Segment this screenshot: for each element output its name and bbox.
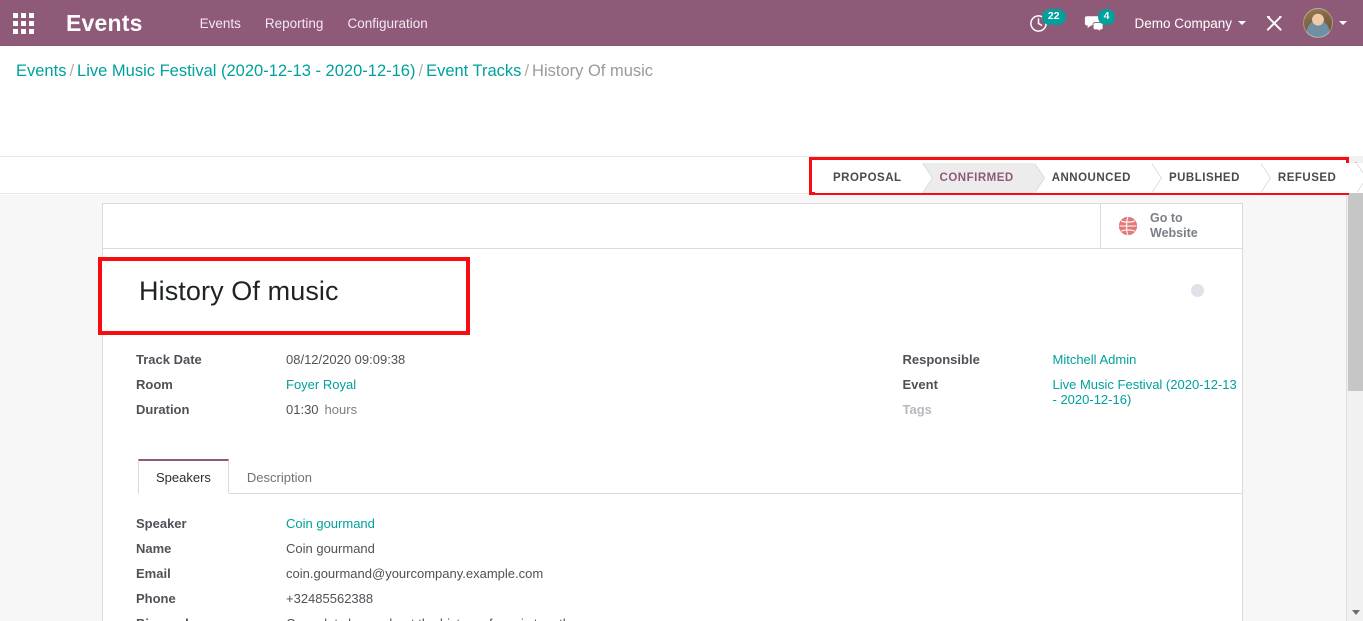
field-row-responsible: Responsible Mitchell Admin (903, 352, 1243, 377)
field-value-name[interactable]: Coin gourmand (286, 541, 375, 556)
status-stage-proposal[interactable]: PROPOSAL (815, 163, 933, 193)
field-row-duration: Duration 01:30 hours (136, 402, 673, 427)
scroll-down-arrow-icon[interactable] (1347, 604, 1363, 621)
company-switcher[interactable]: Demo Company (1124, 16, 1256, 31)
tab-description[interactable]: Description (229, 460, 330, 494)
menu-item-reporting[interactable]: Reporting (253, 10, 336, 37)
globe-icon (1118, 216, 1138, 236)
scroll-thumb[interactable] (1348, 173, 1363, 391)
field-label-track-date: Track Date (136, 352, 202, 367)
avatar (1303, 8, 1333, 38)
field-value-duration[interactable]: 01:30 (286, 402, 319, 417)
field-label-duration: Duration (136, 402, 190, 417)
apps-menu-toggle[interactable] (0, 0, 46, 46)
notebook-tabs: Speakers Description (138, 459, 1242, 494)
statusbar: PROPOSAL CONFIRMED ANNOUNCED PUBLISHED R… (815, 163, 1363, 193)
field-row-event: Event Live Music Festival (2020-12-13 - … (902, 377, 1243, 407)
field-column-left: Track Date 08/12/2020 09:09:38 Room Foye… (103, 352, 673, 427)
arrow-down-glyph (1351, 610, 1360, 615)
field-label-room: Room (136, 377, 173, 392)
wrench-screwdriver-icon (1266, 15, 1282, 31)
control-panel: Events / Live Music Festival (2020-12-13 -… (0, 46, 1363, 192)
field-row-speaker: Speaker Coin gourmand (136, 516, 1242, 541)
field-row-email: Email coin.gourmand@yourcompany.example.… (136, 566, 1242, 591)
breadcrumb-separator: / (69, 62, 75, 80)
status-stage-refused[interactable]: REFUSED (1259, 163, 1363, 193)
field-label-email: Email (136, 566, 171, 581)
activities-badge-count: 22 (1041, 9, 1066, 25)
statusbar-highlight-box: PROPOSAL CONFIRMED ANNOUNCED PUBLISHED R… (809, 157, 1363, 195)
field-row-room: Room Foyer Royal (136, 377, 673, 402)
breadcrumb-separator: / (418, 62, 424, 80)
notebook-page-speakers: Speaker Coin gourmand Name Coin gourmand… (103, 494, 1242, 621)
developer-tools-button[interactable] (1256, 0, 1293, 46)
field-row-biography: Biography Come lets know about the histo… (136, 616, 1242, 621)
menu-item-configuration[interactable]: Configuration (335, 10, 439, 37)
status-stage-announced[interactable]: ANNOUNCED (1033, 163, 1163, 193)
field-value-phone[interactable]: +32485562388 (286, 591, 373, 606)
field-label-tags: Tags (902, 402, 932, 417)
status-stage-published[interactable]: PUBLISHED (1150, 163, 1271, 193)
top-menu: Events Reporting Configuration (188, 10, 440, 37)
company-name-label: Demo Company (1134, 15, 1232, 31)
field-label-event: Event (902, 377, 938, 392)
field-value-event[interactable]: Live Music Festival (2020-12-13 - 2020-1… (1053, 377, 1237, 407)
field-unit-duration: hours (324, 402, 358, 417)
systray: 22 4 Demo Company (1020, 0, 1363, 46)
form-sheet: Go to Website History Of music Track Dat… (98, 203, 1243, 621)
go-to-website-line2: Website (1150, 226, 1198, 240)
sheet-button-box-row: Go to Website (103, 204, 1242, 249)
breadcrumb-item-event-tracks[interactable]: Event Tracks (426, 62, 521, 80)
go-to-website-label: Go to Website (1150, 211, 1198, 241)
field-value-room[interactable]: Foyer Royal (286, 377, 356, 392)
field-row-track-date: Track Date 08/12/2020 09:09:38 (136, 352, 673, 377)
field-value-track-date[interactable]: 08/12/2020 09:09:38 (286, 352, 405, 367)
breadcrumb-item-event[interactable]: Live Music Festival (2020-12-13 - 2020-1… (77, 62, 415, 80)
go-to-website-line1: Go to (1150, 211, 1183, 225)
vertical-scrollbar[interactable] (1346, 156, 1363, 621)
notebook: Speakers Description Speaker Coin gourma… (103, 459, 1242, 621)
tab-speakers[interactable]: Speakers (138, 459, 229, 494)
field-row-phone: Phone +32485562388 (136, 591, 1242, 616)
messaging-badge-count: 4 (1097, 9, 1116, 25)
status-stage-confirmed[interactable]: CONFIRMED (921, 163, 1045, 193)
activities-menu-button[interactable]: 22 (1020, 0, 1075, 46)
field-label-responsible: Responsible (902, 352, 980, 367)
menu-item-events[interactable]: Events (188, 10, 253, 37)
breadcrumb: Events / Live Music Festival (2020-12-13 -… (16, 58, 653, 85)
app-brand-title[interactable]: Events (66, 10, 143, 37)
form-view-content: Go to Website History Of music Track Dat… (0, 195, 1346, 621)
field-label-speaker: Speaker (136, 516, 187, 531)
field-label-biography: Biography (136, 616, 286, 621)
kanban-state-dot[interactable] (1191, 284, 1204, 297)
field-value-biography[interactable]: Come lets know about the history of musi… (286, 616, 582, 621)
breadcrumb-item-events[interactable]: Events (16, 62, 66, 80)
field-row-name: Name Coin gourmand (136, 541, 1242, 566)
field-label-name: Name (136, 541, 172, 556)
field-group: Track Date 08/12/2020 09:09:38 Room Foye… (103, 352, 1242, 427)
chevron-down-icon (1339, 21, 1347, 25)
page-title: History Of music (139, 276, 339, 306)
breadcrumb-item-current: History Of music (532, 62, 654, 80)
field-value-speaker[interactable]: Coin gourmand (286, 516, 375, 531)
go-to-website-button[interactable]: Go to Website (1100, 204, 1242, 248)
breadcrumb-separator: / (524, 62, 530, 80)
field-label-phone: Phone (136, 591, 176, 606)
grid-apps-icon (12, 12, 34, 34)
field-value-email[interactable]: coin.gourmand@yourcompany.example.com (286, 566, 543, 581)
chevron-down-icon (1238, 21, 1246, 25)
messaging-menu-button[interactable]: 4 (1075, 0, 1125, 46)
top-navigation-bar: Events Events Reporting Configuration 22… (0, 0, 1363, 46)
field-column-right: Responsible Mitchell Admin Event Live Mu… (673, 352, 1243, 427)
user-menu-toggle[interactable] (1293, 8, 1353, 38)
field-value-responsible[interactable]: Mitchell Admin (1053, 352, 1137, 367)
